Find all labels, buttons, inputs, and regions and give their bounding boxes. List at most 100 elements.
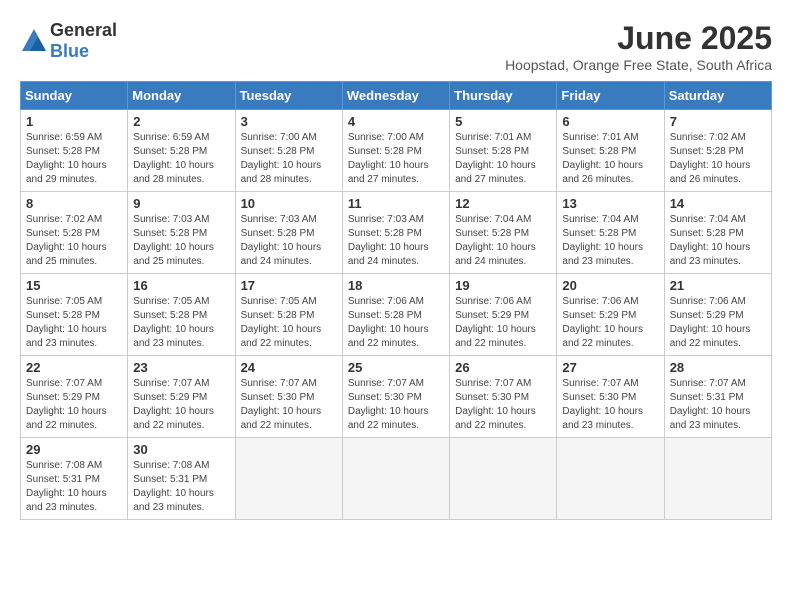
day-number: 26	[455, 360, 551, 375]
logo-text-blue: Blue	[50, 41, 89, 61]
calendar-cell: 13 Sunrise: 7:04 AMSunset: 5:28 PMDayligh…	[557, 192, 664, 274]
day-number: 12	[455, 196, 551, 211]
calendar-cell	[664, 438, 771, 520]
day-number: 30	[133, 442, 229, 457]
day-info: Sunrise: 7:06 AMSunset: 5:29 PMDaylight:…	[670, 295, 766, 351]
day-number: 10	[241, 196, 337, 211]
month-title: June 2025	[505, 20, 772, 57]
day-number: 23	[133, 360, 229, 375]
day-number: 6	[562, 114, 658, 129]
day-info: Sunrise: 7:03 AMSunset: 5:28 PMDaylight:…	[348, 213, 444, 269]
day-number: 22	[26, 360, 122, 375]
day-info: Sunrise: 7:07 AMSunset: 5:30 PMDaylight:…	[455, 377, 551, 433]
calendar-cell: 10 Sunrise: 7:03 AMSunset: 5:28 PMDayligh…	[235, 192, 342, 274]
day-header-wednesday: Wednesday	[342, 82, 449, 110]
day-number: 7	[670, 114, 766, 129]
calendar-cell: 2 Sunrise: 6:59 AMSunset: 5:28 PMDaylight…	[128, 110, 235, 192]
calendar-cell: 21 Sunrise: 7:06 AMSunset: 5:29 PMDayligh…	[664, 274, 771, 356]
day-number: 17	[241, 278, 337, 293]
calendar-cell: 29 Sunrise: 7:08 AMSunset: 5:31 PMDayligh…	[21, 438, 128, 520]
day-number: 21	[670, 278, 766, 293]
day-number: 4	[348, 114, 444, 129]
day-header-tuesday: Tuesday	[235, 82, 342, 110]
calendar-cell: 19Sunrise: 7:06 AMSunset: 5:29 PMDayligh…	[450, 274, 557, 356]
day-info: Sunrise: 7:04 AMSunset: 5:28 PMDaylight:…	[562, 213, 658, 269]
day-number: 29	[26, 442, 122, 457]
calendar-cell: 22 Sunrise: 7:07 AMSunset: 5:29 PMDayligh…	[21, 356, 128, 438]
calendar-cell: 4 Sunrise: 7:00 AMSunset: 5:28 PMDaylight…	[342, 110, 449, 192]
calendar-cell: 11 Sunrise: 7:03 AMSunset: 5:28 PMDayligh…	[342, 192, 449, 274]
calendar-cell: 27Sunrise: 7:07 AMSunset: 5:30 PMDayligh…	[557, 356, 664, 438]
day-info: Sunrise: 7:03 AMSunset: 5:28 PMDaylight:…	[133, 213, 229, 269]
day-info: Sunrise: 7:07 AMSunset: 5:31 PMDaylight:…	[670, 377, 766, 433]
calendar-cell: 17 Sunrise: 7:05 AMSunset: 5:28 PMDayligh…	[235, 274, 342, 356]
page-header: General Blue June 2025 Hoopstad, Orange …	[20, 20, 772, 73]
calendar-cell: 26 Sunrise: 7:07 AMSunset: 5:30 PMDayligh…	[450, 356, 557, 438]
calendar-header-row: SundayMondayTuesdayWednesdayThursdayFrid…	[21, 82, 772, 110]
calendar-week-row: 29 Sunrise: 7:08 AMSunset: 5:31 PMDayligh…	[21, 438, 772, 520]
calendar-cell	[342, 438, 449, 520]
day-header-monday: Monday	[128, 82, 235, 110]
calendar-cell: 8 Sunrise: 7:02 AMSunset: 5:28 PMDaylight…	[21, 192, 128, 274]
calendar-cell: 18 Sunrise: 7:06 AMSunset: 5:28 PMDayligh…	[342, 274, 449, 356]
day-number: 1	[26, 114, 122, 129]
day-number: 14	[670, 196, 766, 211]
day-info: Sunrise: 7:07 AMSunset: 5:30 PMDaylight:…	[241, 377, 337, 433]
day-number: 15	[26, 278, 122, 293]
day-info: Sunrise: 7:05 AMSunset: 5:28 PMDaylight:…	[133, 295, 229, 351]
calendar-cell	[557, 438, 664, 520]
calendar-cell: 9 Sunrise: 7:03 AMSunset: 5:28 PMDaylight…	[128, 192, 235, 274]
calendar-cell: 6 Sunrise: 7:01 AMSunset: 5:28 PMDaylight…	[557, 110, 664, 192]
logo-icon	[20, 27, 48, 55]
day-number: 2	[133, 114, 229, 129]
day-info: Sunrise: 7:06 AMSunset: 5:28 PMDaylight:…	[348, 295, 444, 351]
logo: General Blue	[20, 20, 117, 62]
day-number: 27	[562, 360, 658, 375]
day-info: Sunrise: 7:05 AMSunset: 5:28 PMDaylight:…	[241, 295, 337, 351]
calendar-week-row: 15 Sunrise: 7:05 AMSunset: 5:28 PMDayligh…	[21, 274, 772, 356]
calendar-cell: 28 Sunrise: 7:07 AMSunset: 5:31 PMDayligh…	[664, 356, 771, 438]
calendar-cell: 14 Sunrise: 7:04 AMSunset: 5:28 PMDayligh…	[664, 192, 771, 274]
day-info: Sunrise: 7:01 AMSunset: 5:28 PMDaylight:…	[455, 131, 551, 187]
day-number: 25	[348, 360, 444, 375]
calendar-cell: 15 Sunrise: 7:05 AMSunset: 5:28 PMDayligh…	[21, 274, 128, 356]
day-info: Sunrise: 7:07 AMSunset: 5:30 PMDaylight:…	[348, 377, 444, 433]
day-number: 9	[133, 196, 229, 211]
day-info: Sunrise: 7:00 AMSunset: 5:28 PMDaylight:…	[241, 131, 337, 187]
day-header-saturday: Saturday	[664, 82, 771, 110]
calendar-cell: 23 Sunrise: 7:07 AMSunset: 5:29 PMDayligh…	[128, 356, 235, 438]
calendar-table: SundayMondayTuesdayWednesdayThursdayFrid…	[20, 81, 772, 520]
day-info: Sunrise: 6:59 AMSunset: 5:28 PMDaylight:…	[133, 131, 229, 187]
calendar-cell: 20Sunrise: 7:06 AMSunset: 5:29 PMDayligh…	[557, 274, 664, 356]
calendar-cell: 12 Sunrise: 7:04 AMSunset: 5:28 PMDayligh…	[450, 192, 557, 274]
calendar-cell: 30Sunrise: 7:08 AMSunset: 5:31 PMDayligh…	[128, 438, 235, 520]
day-number: 13	[562, 196, 658, 211]
title-area: June 2025 Hoopstad, Orange Free State, S…	[505, 20, 772, 73]
calendar-week-row: 8 Sunrise: 7:02 AMSunset: 5:28 PMDaylight…	[21, 192, 772, 274]
day-number: 19	[455, 278, 551, 293]
day-info: Sunrise: 7:04 AMSunset: 5:28 PMDaylight:…	[455, 213, 551, 269]
day-info: Sunrise: 7:00 AMSunset: 5:28 PMDaylight:…	[348, 131, 444, 187]
day-number: 3	[241, 114, 337, 129]
calendar-week-row: 1 Sunrise: 6:59 AMSunset: 5:28 PMDaylight…	[21, 110, 772, 192]
day-info: Sunrise: 7:07 AMSunset: 5:29 PMDaylight:…	[26, 377, 122, 433]
day-info: Sunrise: 7:01 AMSunset: 5:28 PMDaylight:…	[562, 131, 658, 187]
day-number: 20	[562, 278, 658, 293]
day-number: 28	[670, 360, 766, 375]
day-header-sunday: Sunday	[21, 82, 128, 110]
day-header-thursday: Thursday	[450, 82, 557, 110]
day-number: 11	[348, 196, 444, 211]
day-number: 18	[348, 278, 444, 293]
calendar-cell: 3 Sunrise: 7:00 AMSunset: 5:28 PMDaylight…	[235, 110, 342, 192]
day-info: Sunrise: 7:04 AMSunset: 5:28 PMDaylight:…	[670, 213, 766, 269]
logo-text-general: General	[50, 20, 117, 40]
day-info: Sunrise: 7:08 AMSunset: 5:31 PMDaylight:…	[26, 459, 122, 515]
calendar-cell	[450, 438, 557, 520]
day-info: Sunrise: 7:05 AMSunset: 5:28 PMDaylight:…	[26, 295, 122, 351]
day-info: Sunrise: 7:07 AMSunset: 5:29 PMDaylight:…	[133, 377, 229, 433]
calendar-cell: 7Sunrise: 7:02 AMSunset: 5:28 PMDaylight…	[664, 110, 771, 192]
day-number: 8	[26, 196, 122, 211]
calendar-cell: 25 Sunrise: 7:07 AMSunset: 5:30 PMDayligh…	[342, 356, 449, 438]
day-info: Sunrise: 7:03 AMSunset: 5:28 PMDaylight:…	[241, 213, 337, 269]
day-info: Sunrise: 7:02 AMSunset: 5:28 PMDaylight:…	[26, 213, 122, 269]
